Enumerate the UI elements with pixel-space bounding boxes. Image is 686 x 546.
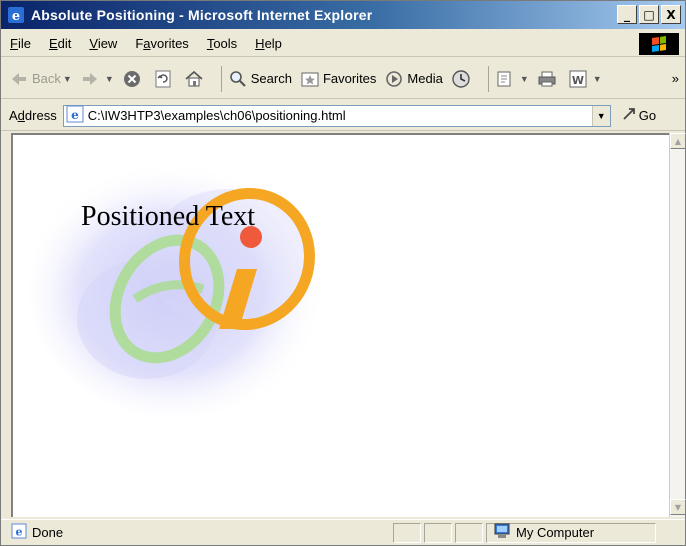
menu-label-post: elp [264,36,282,51]
positioned-text: Positioned Text [81,201,256,232]
maximize-button[interactable]: □ [639,5,659,24]
window-title: Absolute Positioning - Microsoft Interne… [31,7,373,23]
caption-buttons: _ □ X [617,5,681,24]
vertical-scrollbar[interactable]: ▲ ▼ [669,133,686,517]
scroll-down-icon[interactable]: ▼ [670,499,686,515]
forward-dropdown-icon[interactable]: ▼ [105,74,114,84]
menu-label-post: iew [97,36,118,51]
home-icon [184,69,204,89]
my-computer-icon [493,523,511,542]
stop-icon [122,69,142,89]
back-button[interactable]: Back ▼ [9,69,72,89]
edit-dropdown-icon[interactable]: ▼ [593,74,602,84]
status-text: Done [32,525,64,540]
menu-accel-key: H [255,36,265,51]
address-dropdown-icon[interactable]: ▼ [591,105,610,126]
word-edit-icon: W [568,69,588,89]
menu-bar: File Edit View Favorites Tools Help [1,31,685,57]
menu-accel-key: a [143,36,151,51]
status-bar: e Done My Computer [1,519,685,545]
done-page-icon: e [11,523,27,542]
address-label: Address [9,108,57,123]
security-zone: My Computer [486,522,656,543]
menu-accel-key: V [89,36,98,51]
stop-button[interactable] [122,69,145,89]
deitel-i-logo [27,149,337,419]
search-button[interactable]: Search [228,69,292,89]
print-button[interactable] [537,69,560,89]
ie-logo-icon: e [7,6,25,24]
favorites-button[interactable]: Favorites [300,69,376,89]
mail-button[interactable]: ▼ [495,69,529,89]
history-button[interactable] [451,69,474,89]
svg-text:W: W [572,74,584,87]
address-label-pre: A [9,108,18,123]
forward-button[interactable]: ▼ [80,69,114,89]
status-pane [393,522,421,543]
close-button[interactable]: X [661,5,681,24]
menu-label-post: ools [213,36,238,51]
minimize-button[interactable]: _ [617,5,637,24]
page-icon: e [66,105,84,126]
back-arrow-icon [9,69,29,89]
media-label: Media [407,71,443,86]
browser-window: e Absolute Positioning - Microsoft Inter… [0,0,686,546]
menu-file[interactable]: File [1,36,40,51]
status-main-pane: e Done [1,522,393,544]
refresh-button[interactable] [153,69,176,89]
toolbar-separator [487,65,489,92]
go-arrow-icon [621,105,639,126]
go-label: Go [638,108,657,123]
home-button[interactable] [184,69,207,89]
forward-arrow-icon [80,69,100,89]
search-label: Search [250,71,292,86]
go-button[interactable]: Go [621,105,656,126]
scroll-up-icon[interactable]: ▲ [670,133,686,149]
address-bar: Address e ▼ Go [1,101,685,131]
edit-button[interactable]: W ▼ [568,69,602,89]
address-label-post: dress [24,108,57,123]
title-bar[interactable]: e Absolute Positioning - Microsoft Inter… [1,1,685,29]
menu-label-post: ile [17,36,31,51]
menu-view[interactable]: View [80,36,126,51]
menu-edit[interactable]: Edit [40,36,80,51]
mail-dropdown-icon[interactable]: ▼ [520,74,529,84]
menu-favorites[interactable]: Favorites [126,36,197,51]
menu-accel-key: F [10,36,18,51]
search-icon [228,69,248,89]
menu-label-post: vorites [150,36,189,51]
back-label: Back [32,71,61,86]
windows-logo-icon [639,33,679,55]
menu-label-post: dit [57,36,72,51]
status-pane [424,522,452,543]
toolbar-separator [220,65,222,92]
menu-accel-key: E [48,36,58,51]
standard-toolbar: Back ▼ ▼ Search Favorites Media ▼ W ▼ » [1,59,685,99]
menu-tools[interactable]: Tools [198,36,246,51]
favorites-label: Favorites [322,71,377,86]
favorites-icon [300,69,320,89]
address-input[interactable] [87,108,588,123]
svg-text:e: e [16,526,23,539]
mail-icon [495,69,515,89]
refresh-icon [153,69,173,89]
printer-icon [537,69,557,89]
status-pane [455,522,483,543]
menu-help[interactable]: Help [246,36,291,51]
svg-text:e: e [71,108,79,122]
page-viewport: Positioned Text [11,133,669,517]
media-icon [384,69,404,89]
overflow-chevron-icon: » [671,71,679,86]
media-button[interactable]: Media [384,69,443,89]
zone-label: My Computer [516,525,595,540]
address-accel-key: d [17,108,25,123]
svg-text:e: e [12,9,20,24]
back-dropdown-icon[interactable]: ▼ [63,74,72,84]
toolbar-overflow-button[interactable]: » [672,71,679,86]
history-icon [451,69,471,89]
address-field[interactable]: e ▼ [62,104,611,127]
